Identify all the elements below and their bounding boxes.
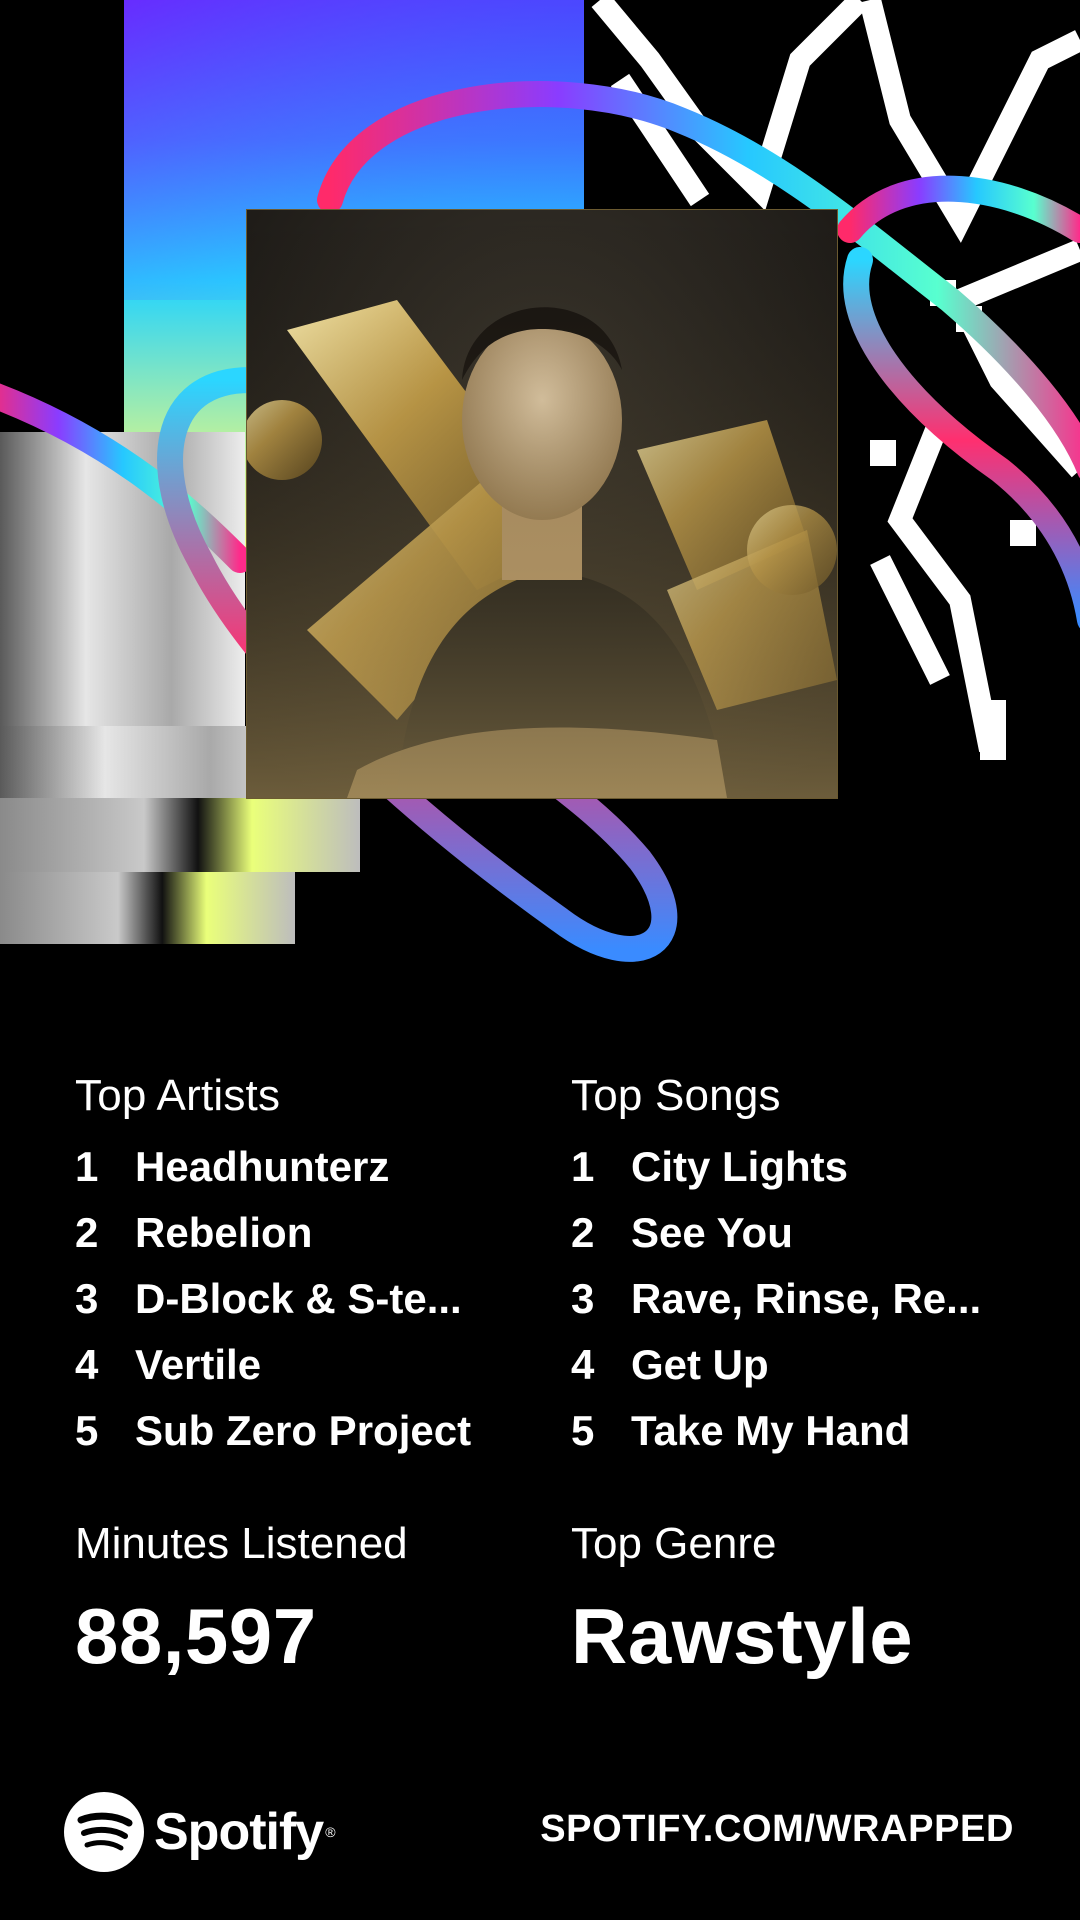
top-genre-section: Top Genre Rawstyle <box>571 1518 913 1678</box>
top-genre-label: Top Genre <box>571 1519 777 1568</box>
song-name: Get Up <box>631 1341 769 1388</box>
top-genre-value: Rawstyle <box>571 1592 914 1680</box>
rank-number: 5 <box>75 1407 99 1454</box>
rank-number: 1 <box>75 1143 99 1190</box>
rank-number: 5 <box>571 1407 595 1454</box>
list-item: 5 Take My Hand <box>571 1398 1051 1464</box>
minutes-listened-label: Minutes Listened <box>75 1519 408 1568</box>
rank-number: 2 <box>571 1209 595 1256</box>
list-item: 3 Rave, Rinse, Re... <box>571 1266 1051 1332</box>
minutes-listened-value: 88,597 <box>75 1592 317 1680</box>
artist-name: Headhunterz <box>135 1143 390 1190</box>
rank-number: 4 <box>75 1341 99 1388</box>
list-item: 3 D-Block & S-te... <box>75 1266 555 1332</box>
minutes-listened-section: Minutes Listened 88,597 <box>75 1518 408 1678</box>
top-artists-list: 1 Headhunterz 2 Rebelion 3 D-Block & S-t… <box>75 1134 555 1464</box>
spotify-logo[interactable]: Spotify ® <box>64 1792 336 1872</box>
list-item: 4 Get Up <box>571 1332 1051 1398</box>
wrapped-url-link[interactable]: SPOTIFY.COM/WRAPPED <box>540 1808 1014 1851</box>
song-name: Take My Hand <box>631 1407 911 1454</box>
artist-name: Vertile <box>135 1341 262 1388</box>
song-name: See You <box>631 1209 793 1256</box>
top-artists-title: Top Artists <box>75 1071 281 1120</box>
top-artists-section: Top Artists 1 Headhunterz 2 Rebelion 3 D… <box>75 1070 555 1464</box>
rank-number: 3 <box>75 1275 99 1322</box>
list-item: 5 Sub Zero Project <box>75 1398 555 1464</box>
wrapped-artwork <box>0 0 1080 990</box>
artist-name: Rebelion <box>135 1209 313 1256</box>
list-item: 2 See You <box>571 1200 1051 1266</box>
song-name: City Lights <box>631 1143 848 1190</box>
list-item: 4 Vertile <box>75 1332 555 1398</box>
list-item: 1 City Lights <box>571 1134 1051 1200</box>
top-songs-list: 1 City Lights 2 See You 3 Rave, Rinse, R… <box>571 1134 1051 1464</box>
top-songs-title: Top Songs <box>571 1071 781 1120</box>
rank-number: 2 <box>75 1209 99 1256</box>
top-songs-section: Top Songs 1 City Lights 2 See You 3 Rave… <box>571 1070 1051 1464</box>
spotify-logo-icon <box>64 1792 144 1872</box>
top-artist-photo <box>246 209 838 799</box>
registered-mark: ® <box>325 1824 336 1840</box>
artist-photo-illustration <box>247 210 837 798</box>
list-item: 1 Headhunterz <box>75 1134 555 1200</box>
rank-number: 1 <box>571 1143 595 1190</box>
rank-number: 4 <box>571 1341 595 1388</box>
artist-name: D-Block & S-te... <box>135 1275 462 1322</box>
artist-name: Sub Zero Project <box>135 1407 472 1454</box>
rank-number: 3 <box>571 1275 595 1322</box>
spotify-wordmark: Spotify <box>154 1803 324 1861</box>
list-item: 2 Rebelion <box>75 1200 555 1266</box>
song-name: Rave, Rinse, Re... <box>631 1275 982 1322</box>
